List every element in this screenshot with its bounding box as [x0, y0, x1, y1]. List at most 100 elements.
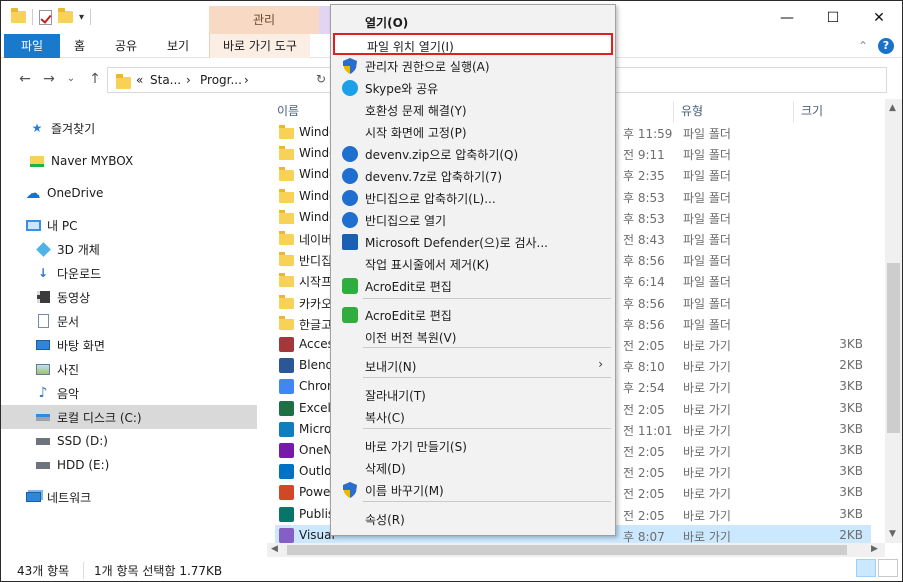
nav-item-this-pc[interactable]: 내 PC [1, 213, 257, 237]
refresh-icon[interactable]: ↻ [316, 72, 326, 86]
tab-file[interactable]: 파일 [4, 34, 60, 58]
context-menu-item[interactable]: 속성(R) [333, 508, 613, 530]
context-menu-item[interactable]: Microsoft Defender(으)로 검사... [333, 231, 613, 253]
context-menu-item[interactable]: 열기(O) [333, 11, 613, 33]
maximize-button[interactable]: ☐ [810, 1, 856, 34]
help-icon[interactable]: ? [878, 38, 894, 54]
context-menu-item[interactable]: AcroEdit로 편집 [333, 304, 613, 326]
tab-home[interactable]: 홈 [61, 34, 98, 58]
context-menu-item[interactable]: 이름 바꾸기(M) [333, 479, 613, 501]
context-menu-item[interactable]: devenv.7z로 압축하기(7) [333, 165, 613, 187]
vertical-scrollbar[interactable]: ▲ ▼ [885, 99, 902, 543]
breadcrumb-start-menu[interactable]: Sta... [150, 73, 181, 87]
collapse-ribbon-icon[interactable]: ⌃ [858, 39, 868, 53]
up-button[interactable]: ↑ [85, 69, 105, 89]
computer-icon [25, 217, 41, 233]
customize-toolbar-icon[interactable]: ▾ [79, 12, 84, 23]
scroll-up-icon[interactable]: ▲ [889, 103, 896, 113]
minimize-button[interactable]: — [764, 1, 810, 34]
tab-shortcut-tools[interactable]: 바로 가기 도구 [209, 34, 310, 58]
excel-shortcut-icon [279, 400, 294, 416]
item-count: 43개 항목 [17, 564, 70, 578]
tab-view[interactable]: 보기 [154, 34, 202, 58]
vertical-scroll-thumb[interactable] [887, 263, 900, 433]
tab-share[interactable]: 공유 [102, 34, 150, 58]
blend-shortcut-icon [279, 358, 294, 374]
nav-item-videos[interactable]: 동영상 [1, 285, 257, 309]
context-menu-item[interactable]: 호환성 문제 해결(Y) [333, 99, 613, 121]
breadcrumb-separator[interactable]: › [244, 73, 249, 87]
nav-item-documents[interactable]: 문서 [1, 309, 257, 333]
properties-icon[interactable] [39, 9, 52, 25]
onedrive-cloud-icon: ☁ [25, 184, 41, 202]
scroll-down-icon[interactable]: ▼ [889, 529, 896, 539]
horizontal-scroll-thumb[interactable] [287, 545, 847, 555]
context-menu-item[interactable]: 보내기(N) › [333, 355, 613, 377]
onenote-shortcut-icon [279, 443, 294, 458]
context-menu-item[interactable]: 작업 표시줄에서 제거(K) [333, 253, 613, 275]
context-menu-item[interactable]: Skype와 공유 [333, 77, 613, 99]
new-folder-icon[interactable] [58, 8, 73, 23]
nav-item-label: Naver MYBOX [51, 154, 134, 168]
nav-item-desktop[interactable]: 바탕 화면 [1, 333, 257, 357]
context-menu-item[interactable]: 반디집으로 압축하기(L)... [333, 187, 613, 209]
scroll-right-icon[interactable]: ▶ [871, 544, 878, 554]
context-menu-item[interactable]: 삭제(D) [333, 457, 613, 479]
nav-item-network[interactable]: 네트워크 [1, 485, 257, 509]
breadcrumb-overflow[interactable]: « [136, 73, 143, 87]
context-menu-item-label: 삭제(D) [365, 462, 406, 476]
chevron-right-icon: › [598, 357, 603, 371]
recent-locations-button[interactable]: ⌄ [61, 69, 81, 89]
nav-item-favorites[interactable]: ★ 즐겨찾기 [1, 116, 257, 140]
details-view-button[interactable] [856, 559, 876, 577]
acroedit-icon [342, 278, 358, 294]
breadcrumb-programs[interactable]: Progr... [200, 73, 242, 87]
nav-item-local-disk-c[interactable]: 로컬 디스크 (C:) [1, 405, 257, 429]
column-header-type[interactable]: 유형 [681, 102, 703, 119]
large-icons-view-button[interactable] [878, 559, 898, 577]
context-menu-item[interactable]: 이전 버전 복원(V) [333, 326, 613, 348]
uac-shield-icon [343, 58, 357, 74]
context-menu-item-label: 보내기(N) [365, 360, 417, 374]
folder-icon [279, 125, 294, 139]
context-menu-item[interactable]: 파일 위치 열기(I) [333, 33, 613, 55]
context-menu-item[interactable]: 바로 가기 만들기(S) [333, 435, 613, 457]
context-menu-item[interactable]: 관리자 권한으로 실행(A) [333, 55, 613, 77]
column-separator[interactable] [673, 101, 674, 123]
back-button[interactable]: ← [15, 69, 35, 89]
context-menu-item[interactable]: 시작 화면에 고정(P) [333, 121, 613, 143]
context-menu-item[interactable]: 복사(C) [333, 406, 613, 428]
file-date: 전 2:05 [623, 508, 665, 523]
breadcrumb-separator[interactable]: › [186, 73, 191, 87]
column-header-name[interactable]: 이름 [277, 102, 299, 119]
close-button[interactable]: ✕ [856, 1, 902, 34]
context-menu-item[interactable]: AcroEdit로 편집 [333, 275, 613, 297]
nav-item-music[interactable]: ♪ 음악 [1, 381, 257, 405]
column-header-size[interactable]: 크기 [801, 102, 823, 119]
file-type: 바로 가기 [683, 339, 731, 353]
context-menu-item-label: 작업 표시줄에서 제거(K) [365, 258, 490, 272]
nav-item-hdd-e[interactable]: HDD (E:) [1, 453, 257, 477]
uac-shield-icon [343, 482, 357, 498]
context-menu-item[interactable]: 반디집으로 열기 [333, 209, 613, 231]
nav-item-onedrive[interactable]: ☁ OneDrive [1, 181, 257, 205]
file-type: 파일 폴더 [683, 148, 731, 163]
nav-item-pictures[interactable]: 사진 [1, 357, 257, 381]
context-menu-item[interactable]: 잘라내기(T) [333, 384, 613, 406]
nav-item-ssd-d[interactable]: SSD (D:) [1, 429, 257, 453]
ribbon-right-controls: ⌃ ? [858, 38, 894, 54]
file-date: 후 8:07 [623, 529, 665, 543]
file-date: 후 8:56 [623, 296, 665, 311]
nav-item-downloads[interactable]: ↓ 다운로드 [1, 261, 257, 285]
nav-item-label: 음악 [57, 386, 80, 401]
bandizip-icon [342, 190, 358, 206]
scroll-left-icon[interactable]: ◀ [271, 544, 278, 554]
column-separator[interactable] [793, 101, 794, 123]
horizontal-scrollbar[interactable]: ◀ ▶ [267, 543, 885, 557]
nav-item-label: 내 PC [47, 218, 78, 233]
divider [32, 9, 33, 25]
nav-item-naver-mybox[interactable]: Naver MYBOX [1, 149, 257, 173]
context-menu-item[interactable]: devenv.zip으로 압축하기(Q) [333, 143, 613, 165]
nav-item-3d-objects[interactable]: 3D 개체 [1, 237, 257, 261]
forward-button[interactable]: → [39, 69, 59, 89]
